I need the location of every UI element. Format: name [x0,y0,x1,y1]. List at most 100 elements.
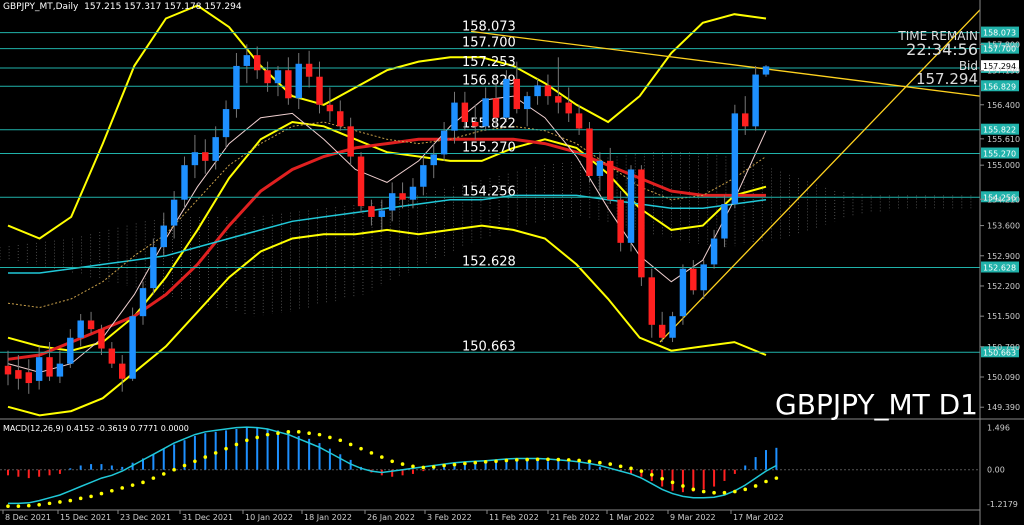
macd-signal-dot [130,483,135,487]
candle-body [337,111,344,127]
candle-body [274,70,282,84]
candle-body [119,363,126,379]
bid-value: 157.294 [915,70,978,88]
candle-body [67,337,74,364]
candle-body [700,264,707,291]
chart-canvas: 158.073158.073157.700157.700157.253157.2… [0,0,1024,525]
macd-signal-dot [546,457,550,462]
time-tick-label: 26 Jan 2022 [367,513,415,522]
candle-body [451,102,458,131]
macd-signal-dot [141,480,145,485]
candle-body [139,288,147,317]
candle-body [492,98,500,118]
candle-body [596,160,604,176]
time-tick-label: 17 Mar 2022 [733,513,784,522]
candle-body [752,74,759,127]
time-tick-label: 1 Mar 2022 [609,513,655,522]
level-label: 155.270 [462,141,516,156]
candle-body [160,225,167,248]
macd-signal-dot [421,465,426,470]
candle-body [98,329,105,349]
macd-signal-dot [317,432,322,437]
macd-signal-dot [203,455,208,459]
level-label: 154.256 [462,184,516,199]
time-tick-label: 18 Jan 2022 [304,513,352,522]
macd-signal-dot [193,459,197,464]
price-tick-label: 155.610 [987,135,1020,144]
candle-body [658,324,666,338]
candle-body [264,70,271,84]
macd-signal-dot [442,463,446,468]
candle-body [357,156,365,207]
macd-signal-dot [525,457,529,462]
candle-body [420,165,427,187]
price-tick-label: 157.800 [987,40,1020,49]
candle-body [202,152,209,161]
info-box: TIME REMAIN 22:34:56 Bid 157.294 [898,30,978,87]
macd-signal-dot [276,431,280,436]
macd-tick-label: -1.2179 [987,500,1018,509]
candle-body [721,203,728,239]
macd-signal-dot [110,488,114,493]
time-tick-label: 31 Dec 2021 [182,513,233,522]
time-tick-label: 9 Mar 2022 [670,513,716,522]
candle-body [544,85,552,97]
candle-body [731,113,739,204]
macd-signal-dot [369,451,374,455]
candle-body [472,122,479,127]
candle-body [326,104,334,112]
macd-signal-dot [307,431,311,436]
candle-body [212,137,219,161]
candle-body [170,199,178,226]
candle-body [347,126,354,157]
level-label: 158.073 [462,20,516,35]
level-tag: 155.270 [983,150,1016,159]
macd-signal-dot [556,457,561,462]
candle-body [482,98,489,127]
macd-signal-dot [452,462,457,467]
macd-tick-label: 0.00 [987,466,1005,475]
macd-signal-dot [681,484,685,488]
level-label: 155.822 [462,117,516,132]
candle-body [440,130,448,155]
macd-signal-dot [182,463,187,468]
time-tick-label: 8 Dec 2021 [5,513,51,522]
candle-body [56,363,64,377]
time-tick-label: 15 Dec 2021 [60,513,111,522]
symbol-watermark: GBPJPY_MT D1 [775,388,978,421]
candle-body [399,193,406,200]
macd-signal-dot [151,476,156,480]
macd-signal-dot [577,458,581,463]
macd-signal-dot [16,504,21,508]
macd-signal-dot [120,486,125,490]
macd-signal-dot [390,459,394,464]
macd-signal-dot [431,465,436,469]
macd-signal-dot [504,458,509,463]
macd-signal-dot [660,476,664,481]
price-tick-label: 150.090 [987,373,1020,382]
macd-signal-dot [629,466,633,471]
macd-signal-dot [691,487,696,492]
level-label: 157.700 [462,36,516,51]
macd-signal-dot [26,503,31,508]
macd-signal-dot [68,498,73,503]
price-tick-label: 152.900 [987,252,1020,261]
price-tick-label: 154.210 [987,195,1020,204]
time-tick-label: 3 Feb 2022 [427,513,472,522]
time-tick-label: 10 Jan 2022 [245,513,293,522]
macd-label: MACD(12,26,9) 0.4152 -0.3619 0.7771 0.00… [3,424,189,433]
macd-signal-dot [296,430,301,434]
macd-signal-dot [255,435,260,440]
price-tick-label: 152.200 [987,282,1020,291]
level-tag: 156.829 [983,82,1016,91]
macd-signal-dot [213,451,218,455]
candle-body [129,316,136,379]
macd-signal-dot [89,494,93,499]
macd-signal-dot [514,458,519,462]
candle-body [15,370,22,379]
macd-signal-dot [78,496,83,501]
macd-signal-dot [764,479,768,484]
macd-signal-dot [743,487,748,492]
macd-signal-dot [494,459,498,464]
macd-signal-dot [380,455,384,459]
